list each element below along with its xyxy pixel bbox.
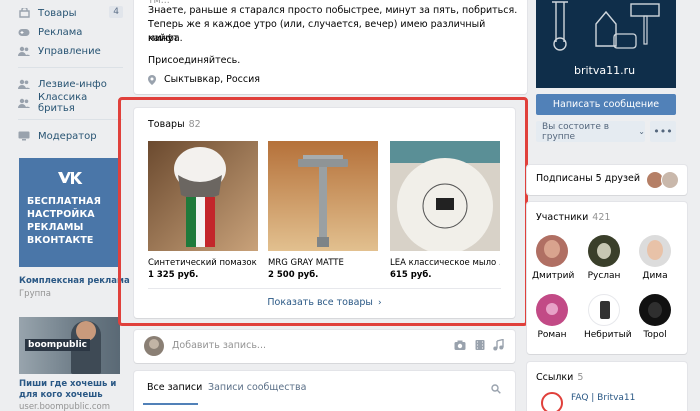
highlight-frame	[118, 97, 528, 326]
friend-avatar	[661, 171, 679, 189]
avatar	[536, 235, 568, 267]
sidebar-divider	[18, 67, 123, 68]
links-header[interactable]: Ссылки 5	[536, 372, 583, 383]
sidebar-item-label: Товары	[38, 7, 77, 19]
link-title[interactable]: FAQ | Britva11	[571, 393, 635, 403]
ad2-image-text: boompublic	[25, 339, 90, 351]
member-name: Дмитрий	[532, 271, 575, 281]
member-name: Роман	[537, 330, 567, 340]
ad-banner-image[interactable]: БЕСПЛАТНАЯ НАСТРОЙКА РЕКЛАМЫ ВКОНТАКТЕ	[19, 158, 120, 267]
location: Сыктывкар, Россия	[148, 74, 260, 85]
members-count: 421	[592, 212, 611, 223]
sidebar-item-ads[interactable]: Реклама	[18, 22, 123, 42]
group-cover-photo[interactable]: britva11.ru	[536, 0, 676, 88]
people-icon	[18, 79, 30, 89]
member-item[interactable]: Дмитрий	[532, 235, 575, 281]
friends-subscribed-card[interactable]: Подписаны 5 друзей	[527, 165, 687, 195]
active-tab-underline	[143, 403, 198, 405]
member-item[interactable]: Небритый	[584, 294, 632, 340]
links-card: Ссылки 5 FAQ | Britva11	[527, 362, 687, 411]
gamepad-icon	[18, 27, 30, 37]
member-name: Руслан	[587, 271, 621, 281]
link-avatar	[541, 392, 563, 411]
ad2-title-link[interactable]: Пиши где хочешь и для кого хочешь	[19, 379, 120, 401]
avatar	[588, 294, 620, 326]
tab-all-posts[interactable]: Все записи	[147, 382, 202, 393]
member-name: Topol	[643, 330, 667, 340]
member-name: Дима	[642, 271, 668, 281]
avatar	[144, 336, 164, 356]
chevron-down-icon: ⌄	[638, 127, 645, 136]
cover-brand-text: britva11.ru	[574, 64, 636, 77]
ad2-url: user.boompublic.com	[19, 402, 110, 411]
members-header[interactable]: Участники 421	[536, 212, 610, 223]
member-status-dropdown[interactable]: Вы состоите в группе ⌄	[536, 121, 645, 142]
avatar	[536, 294, 568, 326]
avatar	[588, 235, 620, 267]
sidebar-item-blade-info[interactable]: Лезвие-инфо	[18, 74, 123, 94]
info-text-line: кайфа.	[148, 33, 183, 44]
links-title: Ссылки	[536, 372, 574, 383]
members-title: Участники	[536, 212, 589, 223]
wall-tabs-card: Все записи Записи сообщества	[134, 371, 515, 411]
music-icon[interactable]	[492, 339, 504, 351]
links-count: 5	[577, 372, 584, 383]
sidebar-item-manage[interactable]: Управление	[18, 41, 123, 61]
member-item[interactable]: Руслан	[584, 235, 624, 281]
people-icon	[18, 98, 30, 108]
location-text: Сыктывкар, Россия	[164, 74, 261, 85]
add-post-input[interactable]: Добавить запись...	[172, 340, 266, 351]
sidebar-item-label: Модератор	[38, 130, 97, 142]
vk-logo-icon	[58, 172, 83, 184]
sidebar-item-label: Реклама	[38, 26, 83, 38]
sidebar-item-label: Лезвие-инфо	[38, 78, 107, 90]
ad-banner-text: БЕСПЛАТНАЯ НАСТРОЙКА РЕКЛАМЫ ВКОНТАКТЕ	[27, 196, 101, 246]
tab-community-posts[interactable]: Записи сообщества	[208, 382, 306, 393]
send-message-button[interactable]: Написать сообщение	[536, 94, 676, 115]
sidebar-item-classic-shaving[interactable]: Классика бритья	[18, 92, 123, 114]
avatar-face	[149, 339, 159, 349]
avatar	[639, 294, 671, 326]
sidebar-item-label: Классика бритья	[38, 92, 88, 114]
more-actions-button[interactable]: •••	[650, 121, 676, 142]
left-sidebar: Товары 4 Реклама Управление Лезвие-инфо …	[0, 0, 130, 411]
sidebar-item-goods[interactable]: Товары 4	[18, 3, 123, 23]
location-pin-icon	[148, 74, 156, 85]
ad2-person-head	[76, 321, 96, 341]
avatar	[639, 235, 671, 267]
camera-icon[interactable]	[454, 339, 466, 351]
sidebar-item-moderator[interactable]: Модератор	[18, 126, 123, 146]
member-status-label: Вы состоите в группе	[542, 121, 610, 142]
member-item[interactable]: Дима	[635, 235, 675, 281]
video-icon[interactable]	[474, 339, 486, 351]
member-item[interactable]: Роман	[532, 294, 572, 340]
info-text-line: Знаете, раньше я старался просто побыстр…	[148, 5, 518, 16]
monitor-icon	[18, 131, 30, 141]
goods-count-badge: 4	[109, 6, 123, 18]
sidebar-item-label: Управление	[38, 45, 101, 57]
goods-icon	[18, 8, 30, 18]
info-text-line: Присоединяйтесь.	[148, 55, 241, 66]
search-icon[interactable]	[491, 384, 501, 394]
member-name: Небритый	[584, 330, 632, 340]
people-icon	[18, 46, 30, 56]
ad-subtitle: Группа	[19, 289, 51, 299]
friends-subscribed-text: Подписаны 5 друзей	[536, 173, 641, 184]
ad-title-link[interactable]: Комплексная реклама	[19, 276, 130, 286]
member-item[interactable]: Topol	[635, 294, 675, 340]
ad2-image[interactable]: boompublic	[19, 317, 120, 374]
members-card: Участники 421 Дмитрий Руслан Дима Роман Н…	[527, 202, 687, 354]
sidebar-divider	[18, 119, 123, 120]
new-post-card: Добавить запись...	[134, 330, 515, 363]
group-info-card: тм... Знаете, раньше я старался просто п…	[134, 0, 527, 94]
